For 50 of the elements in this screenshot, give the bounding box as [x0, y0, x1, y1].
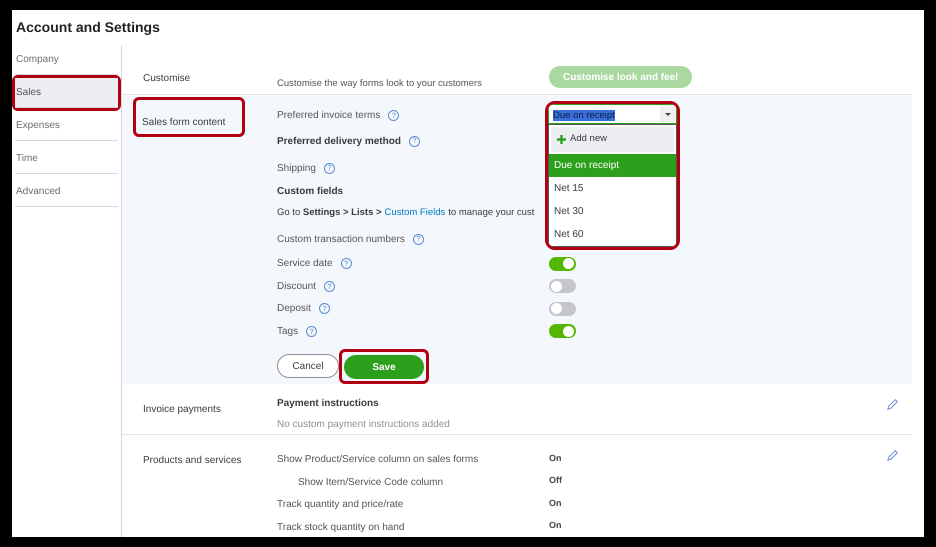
note-text: to manage your cust	[448, 206, 534, 220]
save-button[interactable]: Save	[344, 355, 424, 380]
field-description: No custom payment instructions added	[277, 418, 451, 432]
section-label: Sales form content	[142, 116, 226, 128]
section-label: Products and services	[143, 455, 242, 466]
dropdown-option[interactable]: Net 30	[549, 200, 676, 223]
field-label: Tags	[277, 324, 298, 339]
pencil-icon[interactable]	[886, 398, 898, 412]
sidebar-item[interactable]: Sales	[15, 78, 118, 108]
toggle-switch[interactable]	[549, 256, 576, 271]
setting-value: Off	[549, 474, 562, 487]
selected-text: Due on receipt	[553, 110, 615, 121]
field-label: Shipping	[277, 162, 316, 176]
note-text: Go to Settings > Lists >	[277, 206, 382, 220]
setting-label: Track quantity and price/rate	[277, 499, 404, 510]
toggle-switch[interactable]	[549, 279, 576, 294]
field-label: Service date	[277, 257, 333, 272]
custom-fields-link[interactable]: Custom Fields	[384, 206, 446, 221]
sidebar-item[interactable]: Company	[15, 45, 118, 75]
dropdown-option[interactable]: Net 15	[549, 176, 676, 200]
setting-value: On	[549, 496, 562, 510]
field-label: Custom transaction numbers	[277, 232, 405, 247]
toggle-switch[interactable]	[549, 324, 576, 338]
setting-value: On	[549, 452, 562, 464]
setting-label: Show Product/Service column on sales forms	[277, 454, 478, 466]
dropdown-option[interactable]: Due on receipt	[549, 154, 676, 177]
field-label: Deposit	[277, 302, 311, 316]
field-label: Preferred invoice terms	[277, 109, 380, 124]
section-label: Invoice payments	[143, 404, 221, 416]
section-description: Customise the way forms look to your customers	[277, 78, 482, 89]
sidebar-item[interactable]: Time	[15, 144, 118, 174]
terms-select[interactable]: Due on receipt	[548, 104, 677, 124]
field-label: Discount	[277, 280, 316, 294]
dropdown-option[interactable]: Net 60	[549, 222, 676, 246]
setting-label: Show Item/Service Code column	[298, 476, 444, 488]
field-label: Preferred delivery method	[277, 134, 401, 149]
setting-label: Track stock quantity on hand	[277, 522, 404, 533]
pencil-icon[interactable]	[886, 449, 898, 462]
cancel-button[interactable]: Cancel	[277, 354, 339, 378]
subheading: Custom fields	[277, 185, 344, 200]
toggle-switch[interactable]	[549, 302, 576, 316]
sidebar-item[interactable]: Expenses	[15, 111, 118, 141]
setting-value: On	[549, 519, 562, 532]
field-title: Payment instructions	[277, 397, 380, 412]
plus-icon	[557, 134, 566, 144]
caret-icon[interactable]	[660, 104, 676, 123]
window-title: Account and Settings	[16, 18, 160, 37]
add-new-item[interactable]: Add new	[551, 126, 674, 152]
sidebar-item[interactable]: Advanced	[15, 177, 118, 207]
section-label: Customise	[143, 72, 190, 84]
